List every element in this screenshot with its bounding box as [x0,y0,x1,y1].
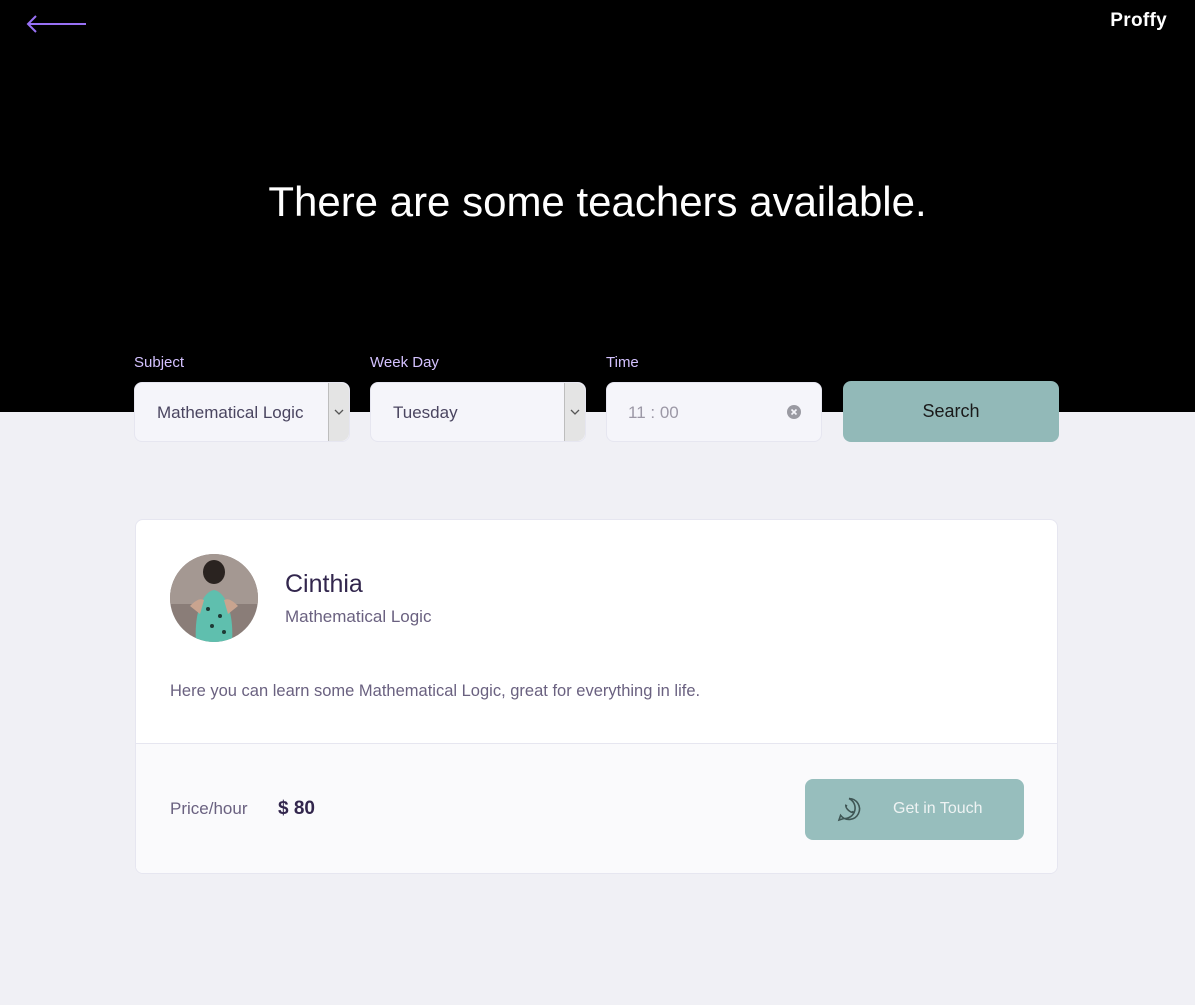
page-title: There are some teachers available. [268,178,927,225]
teacher-subject: Mathematical Logic [285,607,432,626]
get-in-touch-button[interactable]: Get in Touch [805,779,1024,840]
teacher-bio: Here you can learn some Mathematical Log… [170,682,701,700]
chevron-down-icon[interactable] [328,383,349,441]
brand-logo: Proffy [1110,10,1167,31]
clear-icon[interactable] [787,405,801,419]
page: Proffy There are some teachers available… [0,0,1195,1005]
subject-select[interactable]: Mathematical Logic [134,382,350,442]
chevron-down-icon[interactable] [564,383,585,441]
week-day-label: Week Day [370,354,439,371]
avatar [170,554,258,642]
teacher-card: Cinthia Mathematical Logic Here you can … [135,519,1058,874]
week-day-select-value: Tuesday [393,403,458,422]
time-input[interactable]: 11 : 00 [606,382,822,442]
price-value: $ 80 [278,798,315,819]
subject-label: Subject [134,354,185,371]
card-footer: Price/hour $ 80 Get in Touch [136,743,1057,873]
teacher-name: Cinthia [285,570,363,598]
hero-header: Proffy There are some teachers available… [0,0,1195,412]
week-day-select[interactable]: Tuesday [370,382,586,442]
whatsapp-icon [837,797,861,822]
time-label: Time [606,354,639,371]
back-button[interactable] [24,10,88,38]
time-input-value: 11 : 00 [628,403,679,422]
get-in-touch-label: Get in Touch [893,800,983,817]
arrow-left-icon [26,15,86,33]
subject-select-value: Mathematical Logic [157,403,304,422]
search-button[interactable]: Search [843,381,1059,442]
price-label: Price/hour [170,799,248,818]
